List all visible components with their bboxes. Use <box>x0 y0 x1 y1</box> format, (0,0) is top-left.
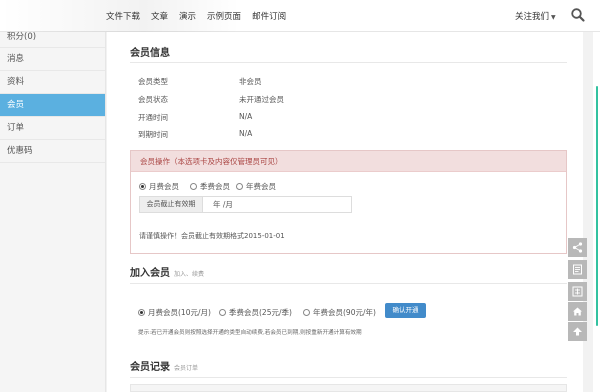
scrollbar-thumb[interactable] <box>596 86 598 326</box>
form-button[interactable] <box>568 260 587 279</box>
top-navbar: 文件下载 文章 演示 示例页面 邮件订阅 关注我们 ▼ <box>0 0 600 32</box>
admin-option-yearly-label: 年费会员 <box>246 182 276 191</box>
sidebar-item-points[interactable]: 积分(0) <box>0 32 105 48</box>
member-status-label: 会员状态 <box>138 95 168 104</box>
start-time-label: 开通时间 <box>138 113 168 122</box>
join-option-quarterly-label: 季费会员(25元/季) <box>229 308 292 317</box>
share-button[interactable] <box>568 238 587 257</box>
join-option-quarterly[interactable]: 季费会员(25元/季) <box>219 307 292 318</box>
admin-option-quarterly-label: 季费会员 <box>200 182 230 191</box>
search-button[interactable] <box>570 7 586 23</box>
divider <box>130 283 567 284</box>
admin-operation-panel: 会员操作（本选项卡及内容仅管理员可见） 月费会员 季费会员 年费会员 会员截止有… <box>130 150 567 254</box>
expiry-date-label: 会员截止有效期 <box>140 197 203 212</box>
admin-option-quarterly[interactable]: 季费会员 <box>190 181 230 192</box>
sidebar-item-messages[interactable]: 消息 <box>0 48 105 71</box>
radio-quarterly[interactable] <box>190 183 197 190</box>
admin-panel-header: 会员操作（本选项卡及内容仅管理员可见） <box>131 151 566 172</box>
sidebar-item-label: 会员 <box>7 100 25 110</box>
sidebar-item-label: 积分(0) <box>7 32 37 42</box>
member-info-title-text: 会员信息 <box>130 48 170 59</box>
member-records-title: 会员记录 会员订单 <box>130 358 198 373</box>
join-hint: 提示:若已开通会员则按照选择开通的类型自动续费,若会员已到期,则按重新开通计算有… <box>138 330 362 336</box>
sidebar-item-label: 订单 <box>7 123 25 133</box>
join-title-text: 加入会员 <box>130 268 170 279</box>
expire-time-label: 到期时间 <box>138 130 168 139</box>
form-icon <box>573 264 582 275</box>
join-subtitle: 加入、续费 <box>174 271 205 278</box>
join-option-monthly-label: 月费会员(10元/月) <box>148 308 211 317</box>
start-time-value: N/A <box>239 112 253 121</box>
main-content: 会员信息 会员类型 非会员 会员状态 未开通过会员 开通时间 N/A 到期时间 … <box>107 32 583 392</box>
nav-item-articles[interactable]: 文章 <box>151 10 168 22</box>
records-subtitle: 会员订单 <box>174 365 199 372</box>
home-button[interactable] <box>568 302 587 321</box>
caret-down-icon: ▼ <box>551 14 556 21</box>
member-type-label: 会员类型 <box>138 77 168 86</box>
sidebar-item-label: 消息 <box>7 54 25 64</box>
nav-item-demo[interactable]: 演示 <box>179 10 196 22</box>
join-option-yearly[interactable]: 年费会员(90元/年) <box>303 307 376 318</box>
divider <box>130 377 567 378</box>
main-nav: 文件下载 文章 演示 示例页面 邮件订阅 <box>106 10 286 22</box>
nav-item-mail-subscribe[interactable]: 邮件订阅 <box>252 10 286 22</box>
traditional-chinese-icon <box>572 286 583 297</box>
sidebar-item-label: 优惠码 <box>7 146 33 156</box>
sidebar-item-label: 资料 <box>7 77 25 87</box>
radio-join-quarterly[interactable] <box>219 309 226 316</box>
member-status-value: 未开通过会员 <box>239 95 284 104</box>
sidebar-item-profile[interactable]: 资料 <box>0 71 105 94</box>
member-info-title: 会员信息 <box>130 44 170 59</box>
radio-yearly[interactable] <box>236 183 243 190</box>
expire-time-value: N/A <box>239 129 253 138</box>
follow-us-dropdown[interactable]: 关注我们 ▼ <box>515 10 556 22</box>
member-type-value: 非会员 <box>239 77 262 86</box>
search-icon <box>571 8 585 22</box>
join-option-monthly[interactable]: 月费会员(10元/月) <box>138 307 211 318</box>
sidebar-item-coupons[interactable]: 优惠码 <box>0 140 105 163</box>
traditional-chinese-button[interactable] <box>568 282 587 301</box>
confirm-activate-button[interactable]: 确认开通 <box>385 303 426 318</box>
nav-item-downloads[interactable]: 文件下载 <box>106 10 140 22</box>
home-icon <box>573 307 582 316</box>
radio-join-yearly[interactable] <box>303 309 310 316</box>
nav-item-example-page[interactable]: 示例页面 <box>207 10 241 22</box>
records-title-text: 会员记录 <box>130 362 170 373</box>
sidebar-item-membership[interactable]: 会员 <box>0 94 105 117</box>
expiry-date-field: 会员截止有效期 年 /月 <box>139 196 352 213</box>
back-to-top-button[interactable] <box>568 322 587 341</box>
radio-join-monthly[interactable] <box>138 309 145 316</box>
admin-option-monthly-label: 月费会员 <box>149 182 179 191</box>
radio-monthly[interactable] <box>139 183 146 190</box>
admin-option-yearly[interactable]: 年费会员 <box>236 181 276 192</box>
expiry-date-input[interactable]: 年 /月 <box>203 197 351 212</box>
divider <box>130 62 567 63</box>
admin-hint: 请谨慎操作！会员截止有效期格式2015-01-01 <box>139 232 285 240</box>
admin-option-monthly[interactable]: 月费会员 <box>139 181 179 192</box>
user-sidebar: 积分(0) 消息 资料 会员 订单 优惠码 <box>0 32 106 392</box>
records-table-header <box>130 384 567 392</box>
join-option-yearly-label: 年费会员(90元/年) <box>313 308 376 317</box>
back-to-top-icon <box>573 327 582 336</box>
follow-us-label: 关注我们 <box>515 12 550 22</box>
share-icon <box>572 242 583 253</box>
join-membership-title: 加入会员 加入、续费 <box>130 264 204 279</box>
sidebar-item-orders[interactable]: 订单 <box>0 117 105 140</box>
